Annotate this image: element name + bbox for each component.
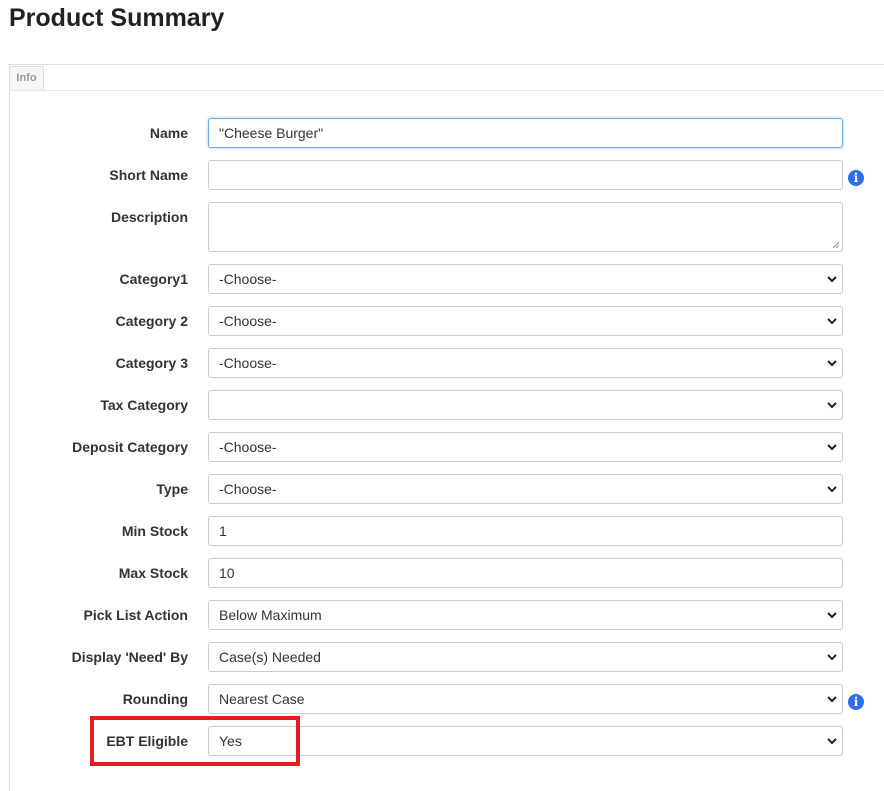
- chevron-down-icon: [827, 486, 837, 493]
- deposit-category-select[interactable]: -Choose-: [208, 432, 843, 462]
- ebt-eligible-select[interactable]: Yes: [208, 726, 843, 756]
- category2-selected-value: -Choose-: [219, 313, 277, 329]
- type-selected-value: -Choose-: [219, 481, 277, 497]
- category1-label: Category1: [119, 271, 188, 287]
- tax-category-label: Tax Category: [100, 397, 188, 413]
- chevron-down-icon: [827, 696, 837, 703]
- min-stock-label: Min Stock: [121, 523, 188, 539]
- chevron-down-icon: [827, 402, 837, 409]
- max-stock-input[interactable]: [208, 558, 843, 588]
- min-stock-input[interactable]: [208, 516, 843, 546]
- rounding-info-icon[interactable]: i: [848, 694, 864, 710]
- resize-grip-icon[interactable]: [832, 241, 840, 249]
- category3-selected-value: -Choose-: [219, 355, 277, 371]
- pick-list-action-selected-value: Below Maximum: [219, 607, 322, 623]
- short-name-input[interactable]: [208, 160, 843, 190]
- pick-list-action-select[interactable]: Below Maximum: [208, 600, 843, 630]
- name-input[interactable]: [208, 118, 843, 148]
- category3-label: Category 3: [115, 355, 188, 371]
- rounding-select[interactable]: Nearest Case: [208, 684, 843, 714]
- category1-select[interactable]: -Choose-: [208, 264, 843, 294]
- chevron-down-icon: [827, 276, 837, 283]
- description-label: Description: [110, 209, 188, 225]
- chevron-down-icon: [827, 318, 837, 325]
- max-stock-label: Max Stock: [118, 565, 188, 581]
- tab-info[interactable]: Info: [9, 66, 44, 90]
- deposit-category-label: Deposit Category: [72, 439, 188, 455]
- chevron-down-icon: [827, 444, 837, 451]
- chevron-down-icon: [827, 654, 837, 661]
- display-need-by-selected-value: Case(s) Needed: [219, 649, 321, 665]
- short-name-label: Short Name: [109, 167, 188, 183]
- category2-select[interactable]: -Choose-: [208, 306, 843, 336]
- type-select[interactable]: -Choose-: [208, 474, 843, 504]
- deposit-category-selected-value: -Choose-: [219, 439, 277, 455]
- category3-select[interactable]: -Choose-: [208, 348, 843, 378]
- ebt-eligible-highlight-box: [90, 716, 300, 766]
- display-need-by-label: Display 'Need' By: [71, 649, 188, 665]
- header-divider: [8, 64, 884, 65]
- chevron-down-icon: [827, 612, 837, 619]
- type-label: Type: [156, 481, 188, 497]
- page-title: Product Summary: [9, 4, 225, 32]
- rounding-selected-value: Nearest Case: [219, 691, 305, 707]
- chevron-down-icon: [827, 360, 837, 367]
- category2-label: Category 2: [115, 313, 188, 329]
- pick-list-action-label: Pick List Action: [83, 607, 188, 623]
- short-name-info-icon[interactable]: i: [848, 170, 864, 186]
- rounding-label: Rounding: [122, 691, 188, 707]
- chevron-down-icon: [827, 738, 837, 745]
- description-textarea[interactable]: [208, 202, 843, 252]
- category1-selected-value: -Choose-: [219, 271, 277, 287]
- tax-category-select[interactable]: [208, 390, 843, 420]
- name-label: Name: [149, 125, 188, 141]
- display-need-by-select[interactable]: Case(s) Needed: [208, 642, 843, 672]
